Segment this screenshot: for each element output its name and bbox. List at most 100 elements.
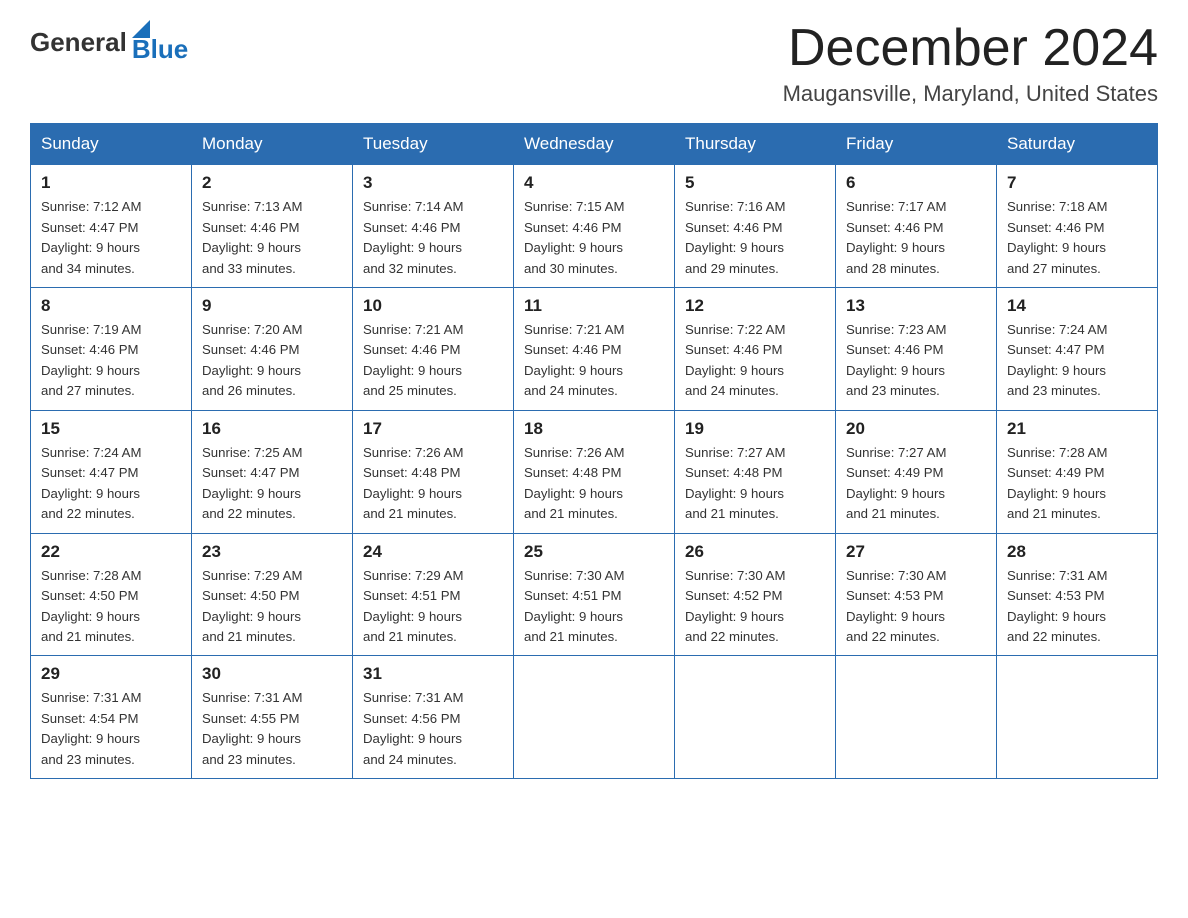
day-info: Sunrise: 7:28 AM Sunset: 4:49 PM Dayligh… <box>1007 443 1147 525</box>
day-number: 31 <box>363 664 503 684</box>
day-info: Sunrise: 7:27 AM Sunset: 4:49 PM Dayligh… <box>846 443 986 525</box>
day-number: 26 <box>685 542 825 562</box>
calendar-week-row: 1 Sunrise: 7:12 AM Sunset: 4:47 PM Dayli… <box>31 165 1158 288</box>
day-info: Sunrise: 7:30 AM Sunset: 4:53 PM Dayligh… <box>846 566 986 648</box>
calendar-cell: 31 Sunrise: 7:31 AM Sunset: 4:56 PM Dayl… <box>353 656 514 779</box>
day-number: 3 <box>363 173 503 193</box>
day-number: 30 <box>202 664 342 684</box>
calendar-cell: 18 Sunrise: 7:26 AM Sunset: 4:48 PM Dayl… <box>514 410 675 533</box>
day-number: 25 <box>524 542 664 562</box>
calendar-cell: 12 Sunrise: 7:22 AM Sunset: 4:46 PM Dayl… <box>675 288 836 411</box>
day-info: Sunrise: 7:17 AM Sunset: 4:46 PM Dayligh… <box>846 197 986 279</box>
day-info: Sunrise: 7:24 AM Sunset: 4:47 PM Dayligh… <box>41 443 181 525</box>
calendar-cell: 7 Sunrise: 7:18 AM Sunset: 4:46 PM Dayli… <box>997 165 1158 288</box>
day-info: Sunrise: 7:26 AM Sunset: 4:48 PM Dayligh… <box>363 443 503 525</box>
day-number: 20 <box>846 419 986 439</box>
weekday-header-tuesday: Tuesday <box>353 124 514 165</box>
calendar-cell: 23 Sunrise: 7:29 AM Sunset: 4:50 PM Dayl… <box>192 533 353 656</box>
calendar-cell: 19 Sunrise: 7:27 AM Sunset: 4:48 PM Dayl… <box>675 410 836 533</box>
day-number: 24 <box>363 542 503 562</box>
day-number: 22 <box>41 542 181 562</box>
day-number: 21 <box>1007 419 1147 439</box>
day-number: 28 <box>1007 542 1147 562</box>
calendar-week-row: 29 Sunrise: 7:31 AM Sunset: 4:54 PM Dayl… <box>31 656 1158 779</box>
calendar-cell: 3 Sunrise: 7:14 AM Sunset: 4:46 PM Dayli… <box>353 165 514 288</box>
calendar-cell: 14 Sunrise: 7:24 AM Sunset: 4:47 PM Dayl… <box>997 288 1158 411</box>
day-number: 11 <box>524 296 664 316</box>
day-number: 1 <box>41 173 181 193</box>
day-number: 15 <box>41 419 181 439</box>
day-info: Sunrise: 7:31 AM Sunset: 4:54 PM Dayligh… <box>41 688 181 770</box>
day-info: Sunrise: 7:15 AM Sunset: 4:46 PM Dayligh… <box>524 197 664 279</box>
day-info: Sunrise: 7:16 AM Sunset: 4:46 PM Dayligh… <box>685 197 825 279</box>
day-info: Sunrise: 7:14 AM Sunset: 4:46 PM Dayligh… <box>363 197 503 279</box>
day-number: 8 <box>41 296 181 316</box>
logo-blue-text: Blue <box>132 34 188 65</box>
day-number: 4 <box>524 173 664 193</box>
day-info: Sunrise: 7:29 AM Sunset: 4:50 PM Dayligh… <box>202 566 342 648</box>
day-number: 17 <box>363 419 503 439</box>
weekday-header-thursday: Thursday <box>675 124 836 165</box>
day-number: 5 <box>685 173 825 193</box>
day-number: 13 <box>846 296 986 316</box>
day-info: Sunrise: 7:29 AM Sunset: 4:51 PM Dayligh… <box>363 566 503 648</box>
calendar-week-row: 8 Sunrise: 7:19 AM Sunset: 4:46 PM Dayli… <box>31 288 1158 411</box>
day-number: 7 <box>1007 173 1147 193</box>
calendar-cell: 1 Sunrise: 7:12 AM Sunset: 4:47 PM Dayli… <box>31 165 192 288</box>
calendar-cell <box>997 656 1158 779</box>
day-number: 16 <box>202 419 342 439</box>
weekday-header-wednesday: Wednesday <box>514 124 675 165</box>
calendar-cell: 10 Sunrise: 7:21 AM Sunset: 4:46 PM Dayl… <box>353 288 514 411</box>
day-number: 10 <box>363 296 503 316</box>
weekday-header-monday: Monday <box>192 124 353 165</box>
day-info: Sunrise: 7:25 AM Sunset: 4:47 PM Dayligh… <box>202 443 342 525</box>
weekday-header-friday: Friday <box>836 124 997 165</box>
calendar-cell: 15 Sunrise: 7:24 AM Sunset: 4:47 PM Dayl… <box>31 410 192 533</box>
day-info: Sunrise: 7:23 AM Sunset: 4:46 PM Dayligh… <box>846 320 986 402</box>
day-info: Sunrise: 7:19 AM Sunset: 4:46 PM Dayligh… <box>41 320 181 402</box>
calendar-cell: 16 Sunrise: 7:25 AM Sunset: 4:47 PM Dayl… <box>192 410 353 533</box>
calendar-cell: 30 Sunrise: 7:31 AM Sunset: 4:55 PM Dayl… <box>192 656 353 779</box>
calendar-cell: 21 Sunrise: 7:28 AM Sunset: 4:49 PM Dayl… <box>997 410 1158 533</box>
calendar-cell: 2 Sunrise: 7:13 AM Sunset: 4:46 PM Dayli… <box>192 165 353 288</box>
day-info: Sunrise: 7:30 AM Sunset: 4:51 PM Dayligh… <box>524 566 664 648</box>
calendar-cell: 9 Sunrise: 7:20 AM Sunset: 4:46 PM Dayli… <box>192 288 353 411</box>
month-title: December 2024 <box>783 20 1158 77</box>
page-header: General Blue December 2024 Maugansville,… <box>30 20 1158 107</box>
day-info: Sunrise: 7:28 AM Sunset: 4:50 PM Dayligh… <box>41 566 181 648</box>
day-info: Sunrise: 7:22 AM Sunset: 4:46 PM Dayligh… <box>685 320 825 402</box>
day-number: 2 <box>202 173 342 193</box>
day-info: Sunrise: 7:30 AM Sunset: 4:52 PM Dayligh… <box>685 566 825 648</box>
calendar-cell: 8 Sunrise: 7:19 AM Sunset: 4:46 PM Dayli… <box>31 288 192 411</box>
day-info: Sunrise: 7:21 AM Sunset: 4:46 PM Dayligh… <box>524 320 664 402</box>
day-number: 29 <box>41 664 181 684</box>
calendar-cell: 26 Sunrise: 7:30 AM Sunset: 4:52 PM Dayl… <box>675 533 836 656</box>
day-number: 23 <box>202 542 342 562</box>
location-title: Maugansville, Maryland, United States <box>783 81 1158 107</box>
calendar-cell: 29 Sunrise: 7:31 AM Sunset: 4:54 PM Dayl… <box>31 656 192 779</box>
calendar-cell: 11 Sunrise: 7:21 AM Sunset: 4:46 PM Dayl… <box>514 288 675 411</box>
calendar-cell <box>836 656 997 779</box>
calendar-cell: 28 Sunrise: 7:31 AM Sunset: 4:53 PM Dayl… <box>997 533 1158 656</box>
day-info: Sunrise: 7:31 AM Sunset: 4:55 PM Dayligh… <box>202 688 342 770</box>
calendar-cell: 24 Sunrise: 7:29 AM Sunset: 4:51 PM Dayl… <box>353 533 514 656</box>
logo-general-text: General <box>30 27 127 58</box>
day-info: Sunrise: 7:31 AM Sunset: 4:53 PM Dayligh… <box>1007 566 1147 648</box>
calendar-cell: 27 Sunrise: 7:30 AM Sunset: 4:53 PM Dayl… <box>836 533 997 656</box>
calendar-cell: 5 Sunrise: 7:16 AM Sunset: 4:46 PM Dayli… <box>675 165 836 288</box>
calendar-cell: 20 Sunrise: 7:27 AM Sunset: 4:49 PM Dayl… <box>836 410 997 533</box>
day-info: Sunrise: 7:13 AM Sunset: 4:46 PM Dayligh… <box>202 197 342 279</box>
day-info: Sunrise: 7:12 AM Sunset: 4:47 PM Dayligh… <box>41 197 181 279</box>
title-area: December 2024 Maugansville, Maryland, Un… <box>783 20 1158 107</box>
calendar-week-row: 15 Sunrise: 7:24 AM Sunset: 4:47 PM Dayl… <box>31 410 1158 533</box>
day-info: Sunrise: 7:26 AM Sunset: 4:48 PM Dayligh… <box>524 443 664 525</box>
calendar-cell: 25 Sunrise: 7:30 AM Sunset: 4:51 PM Dayl… <box>514 533 675 656</box>
logo: General Blue <box>30 20 188 65</box>
day-info: Sunrise: 7:18 AM Sunset: 4:46 PM Dayligh… <box>1007 197 1147 279</box>
calendar-cell: 17 Sunrise: 7:26 AM Sunset: 4:48 PM Dayl… <box>353 410 514 533</box>
day-number: 9 <box>202 296 342 316</box>
day-number: 18 <box>524 419 664 439</box>
day-info: Sunrise: 7:31 AM Sunset: 4:56 PM Dayligh… <box>363 688 503 770</box>
day-number: 14 <box>1007 296 1147 316</box>
day-info: Sunrise: 7:20 AM Sunset: 4:46 PM Dayligh… <box>202 320 342 402</box>
